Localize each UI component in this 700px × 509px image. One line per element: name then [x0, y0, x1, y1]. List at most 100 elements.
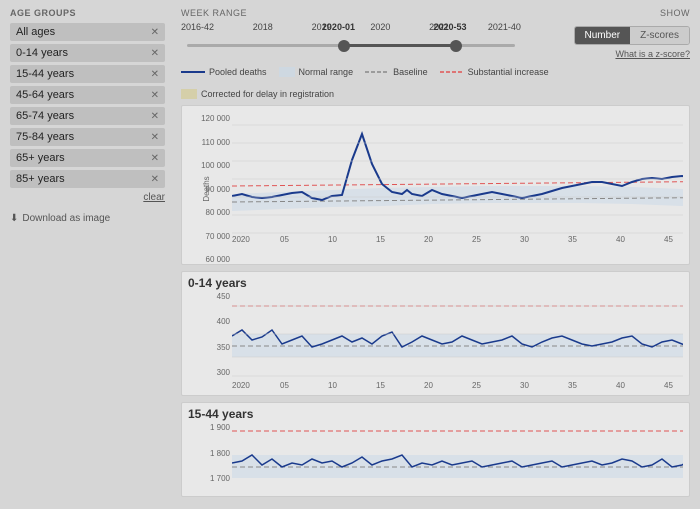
age-15-44-title: 15-44 years: [188, 407, 683, 421]
svg-text:35: 35: [568, 235, 577, 244]
main-chart-inner: Deaths 120 000 110 000 100 000 90 000 80…: [188, 114, 683, 264]
age-tag-all-remove[interactable]: ✕: [151, 27, 159, 38]
legend-substantial-label: Substantial increase: [468, 67, 549, 77]
legend-pooled-label: Pooled deaths: [209, 67, 267, 77]
legend-substantial: Substantial increase: [440, 67, 549, 77]
age014-y-450: 450: [196, 292, 230, 301]
svg-text:10: 10: [328, 235, 337, 244]
age-0-14-title: 0-14 years: [188, 276, 683, 290]
toggle-zscore-btn[interactable]: Z-scores: [630, 27, 689, 44]
legend-normal-range: Normal range: [279, 67, 354, 77]
show-label: SHOW: [660, 8, 690, 18]
age-tag-all-label: All ages: [16, 26, 55, 38]
age-tag-65-74-remove[interactable]: ✕: [151, 111, 159, 122]
svg-text:30: 30: [520, 235, 529, 244]
show-section: SHOW Number Z-scores What is a z-score?: [574, 8, 690, 59]
age-tag-75-84-label: 75-84 years: [16, 131, 74, 143]
main-y-60: 60 000: [196, 255, 230, 264]
age-0-14-chart-inner: 450 400 350 300 2020 05: [188, 292, 683, 392]
age-tag-65-74: 65-74 years ✕: [10, 107, 165, 125]
age-tag-75-84-remove[interactable]: ✕: [151, 132, 159, 143]
legend-corrected: Corrected for delay in registration: [181, 89, 334, 99]
age-tag-85plus-label: 85+ years: [16, 173, 65, 185]
legend-baseline-line: [365, 70, 389, 74]
slider-thumb-left[interactable]: 2020-01: [338, 40, 350, 52]
top-controls: WEEK RANGE 2016-42 2018 2019 2020 2021 2…: [181, 8, 690, 59]
range-end-label: 2020-53: [433, 22, 466, 32]
svg-text:45: 45: [664, 381, 673, 390]
svg-text:20: 20: [424, 381, 433, 390]
main-y-90: 90 000: [196, 185, 230, 194]
zscore-link[interactable]: What is a z-score?: [615, 49, 690, 59]
main-content: WEEK RANGE 2016-42 2018 2019 2020 2021 2…: [175, 0, 700, 509]
main-y-70: 70 000: [196, 232, 230, 241]
svg-text:15: 15: [376, 381, 385, 390]
svg-text:35: 35: [568, 381, 577, 390]
show-toggle: Number Z-scores: [574, 26, 690, 45]
age-0-14-chart-panel: 0-14 years 450 400 350 300: [181, 271, 690, 396]
age-tag-0-14-remove[interactable]: ✕: [151, 48, 159, 59]
year-label-1: 2018: [253, 22, 273, 32]
age-tag-65plus-label: 65+ years: [16, 152, 65, 164]
age-0-14-svg: 2020 05 10 15 20 25 30 35 40 45 50: [232, 292, 683, 392]
age-15-44-chart-inner: 1 900 1 800 1 700: [188, 423, 683, 495]
main-y-120: 120 000: [196, 114, 230, 123]
svg-text:40: 40: [616, 235, 625, 244]
legend-normal-rect: [279, 67, 295, 77]
svg-text:45: 45: [664, 235, 673, 244]
slider-fill: [344, 44, 456, 47]
age-tag-65plus: 65+ years ✕: [10, 149, 165, 167]
age1544-y-1700: 1 700: [196, 474, 230, 483]
svg-text:05: 05: [280, 381, 289, 390]
age-tag-15-44: 15-44 years ✕: [10, 65, 165, 83]
age-tag-85plus: 85+ years ✕: [10, 170, 165, 188]
age-tag-45-64-remove[interactable]: ✕: [151, 90, 159, 101]
legend: Pooled deaths Normal range Baseline Subs…: [181, 67, 690, 99]
age-tag-75-84: 75-84 years ✕: [10, 128, 165, 146]
age1544-y-1900: 1 900: [196, 423, 230, 432]
download-link[interactable]: ⬇ Download as image: [10, 213, 165, 224]
age-tag-0-14: 0-14 years ✕: [10, 44, 165, 62]
age-tag-65plus-remove[interactable]: ✕: [151, 153, 159, 164]
svg-text:15: 15: [376, 235, 385, 244]
age-tag-15-44-remove[interactable]: ✕: [151, 69, 159, 80]
legend-corrected-label: Corrected for delay in registration: [201, 89, 334, 99]
age-tag-45-64-label: 45-64 years: [16, 89, 74, 101]
age-tag-all: All ages ✕: [10, 23, 165, 41]
download-icon: ⬇: [10, 213, 18, 224]
slider-thumb-right[interactable]: 2020-53: [450, 40, 462, 52]
legend-pooled-deaths: Pooled deaths: [181, 67, 267, 77]
svg-text:2020: 2020: [232, 235, 250, 244]
age-tag-45-64: 45-64 years ✕: [10, 86, 165, 104]
year-label-0: 2016-42: [181, 22, 214, 32]
age1544-y-1800: 1 800: [196, 449, 230, 458]
main-y-100: 100 000: [196, 161, 230, 170]
year-label-5: 2021-40: [488, 22, 521, 32]
week-range-section: WEEK RANGE 2016-42 2018 2019 2020 2021 2…: [181, 8, 574, 47]
age014-y-300: 300: [196, 368, 230, 377]
age014-y-400: 400: [196, 317, 230, 326]
svg-text:25: 25: [472, 381, 481, 390]
svg-text:20: 20: [424, 235, 433, 244]
age-tag-65-74-label: 65-74 years: [16, 110, 74, 122]
slider-track: 2020-01 2020-53: [187, 44, 515, 47]
main-chart-panel: Deaths 120 000 110 000 100 000 90 000 80…: [181, 105, 690, 265]
download-label: Download as image: [22, 213, 110, 224]
legend-baseline: Baseline: [365, 67, 428, 77]
legend-pooled-line: [181, 71, 205, 73]
toggle-number-btn[interactable]: Number: [575, 27, 631, 44]
week-range-slider[interactable]: 2016-42 2018 2019 2020 2021 2021-40 2020…: [181, 22, 521, 47]
age-15-44-svg: [232, 423, 683, 495]
main-y-110: 110 000: [196, 138, 230, 147]
year-label-3: 2020: [370, 22, 390, 32]
legend-baseline-label: Baseline: [393, 67, 428, 77]
clear-link[interactable]: clear: [10, 192, 165, 203]
range-start-label: 2020-01: [322, 22, 355, 32]
legend-substantial-line: [440, 70, 464, 74]
main-chart-svg: 2020 05 10 15 20 25 30 35 40 45 50: [232, 114, 683, 244]
week-range-label: WEEK RANGE: [181, 8, 574, 18]
age-tag-15-44-label: 15-44 years: [16, 68, 74, 80]
svg-text:10: 10: [328, 381, 337, 390]
age-tag-85plus-remove[interactable]: ✕: [151, 174, 159, 185]
legend-normal-label: Normal range: [299, 67, 354, 77]
